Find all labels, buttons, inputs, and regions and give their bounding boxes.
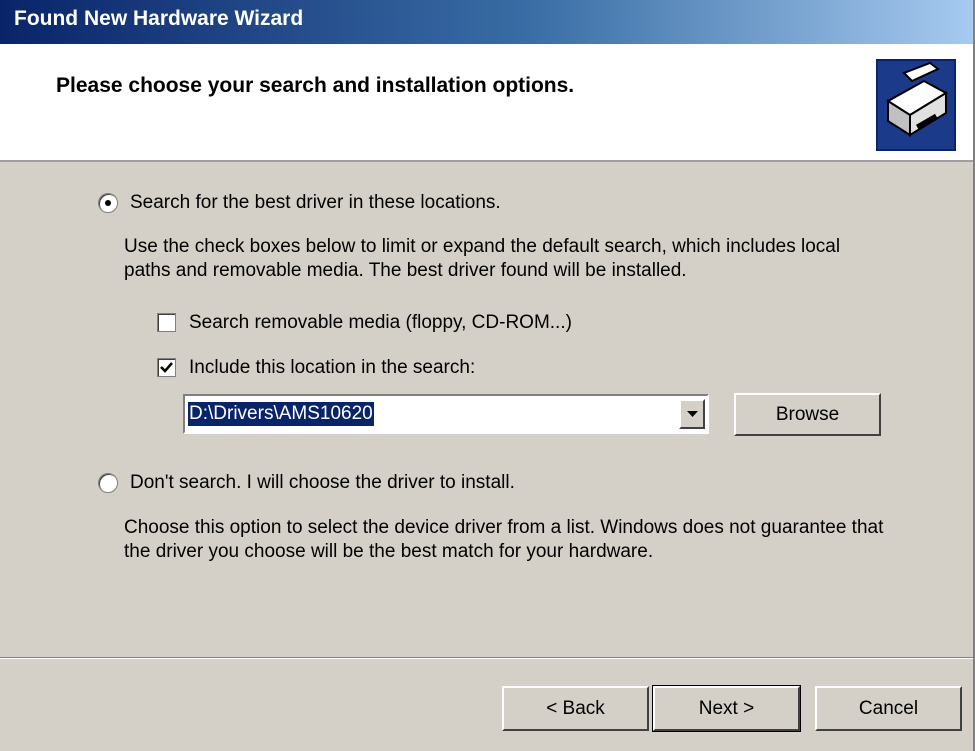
search-option-label[interactable]: Search for the best driver in these loca… — [130, 192, 501, 214]
include-location-checkbox[interactable] — [157, 358, 176, 377]
search-radio[interactable] — [98, 193, 118, 213]
dont-search-description-line2: the driver you choose will be the best m… — [124, 541, 654, 562]
chevron-down-icon — [687, 411, 698, 417]
title-bar[interactable]: Found New Hardware Wizard — [0, 0, 973, 44]
dropdown-button[interactable] — [679, 399, 705, 429]
browse-button[interactable]: Browse — [734, 393, 881, 436]
wizard-header: Please choose your search and installati… — [0, 44, 973, 162]
page-title: Please choose your search and installati… — [56, 74, 575, 97]
radio-selected-dot — [105, 200, 111, 206]
cancel-button[interactable]: Cancel — [815, 686, 962, 731]
removable-media-label[interactable]: Search removable media (floppy, CD-ROM..… — [189, 312, 572, 334]
search-description-line2: paths and removable media. The best driv… — [124, 260, 687, 281]
wizard-window: Found New Hardware Wizard Please choose … — [0, 0, 975, 751]
checkmark-icon — [160, 362, 173, 373]
footer-separator — [0, 657, 973, 659]
next-button[interactable]: Next > — [652, 685, 801, 732]
dont-search-description-line1: Choose this option to select the device … — [124, 517, 884, 538]
include-location-label[interactable]: Include this location in the search: — [189, 357, 475, 379]
removable-media-checkbox[interactable] — [157, 313, 176, 332]
dont-search-option-label[interactable]: Don't search. I will choose the driver t… — [130, 472, 515, 494]
hardware-install-icon — [876, 59, 956, 151]
location-combobox[interactable]: D:\Drivers\AMS10620 — [183, 394, 709, 434]
location-input[interactable]: D:\Drivers\AMS10620 — [188, 402, 374, 426]
dont-search-radio[interactable] — [98, 473, 118, 493]
back-button[interactable]: < Back — [502, 686, 649, 731]
window-title: Found New Hardware Wizard — [14, 7, 304, 30]
search-description-line1: Use the check boxes below to limit or ex… — [124, 236, 841, 257]
